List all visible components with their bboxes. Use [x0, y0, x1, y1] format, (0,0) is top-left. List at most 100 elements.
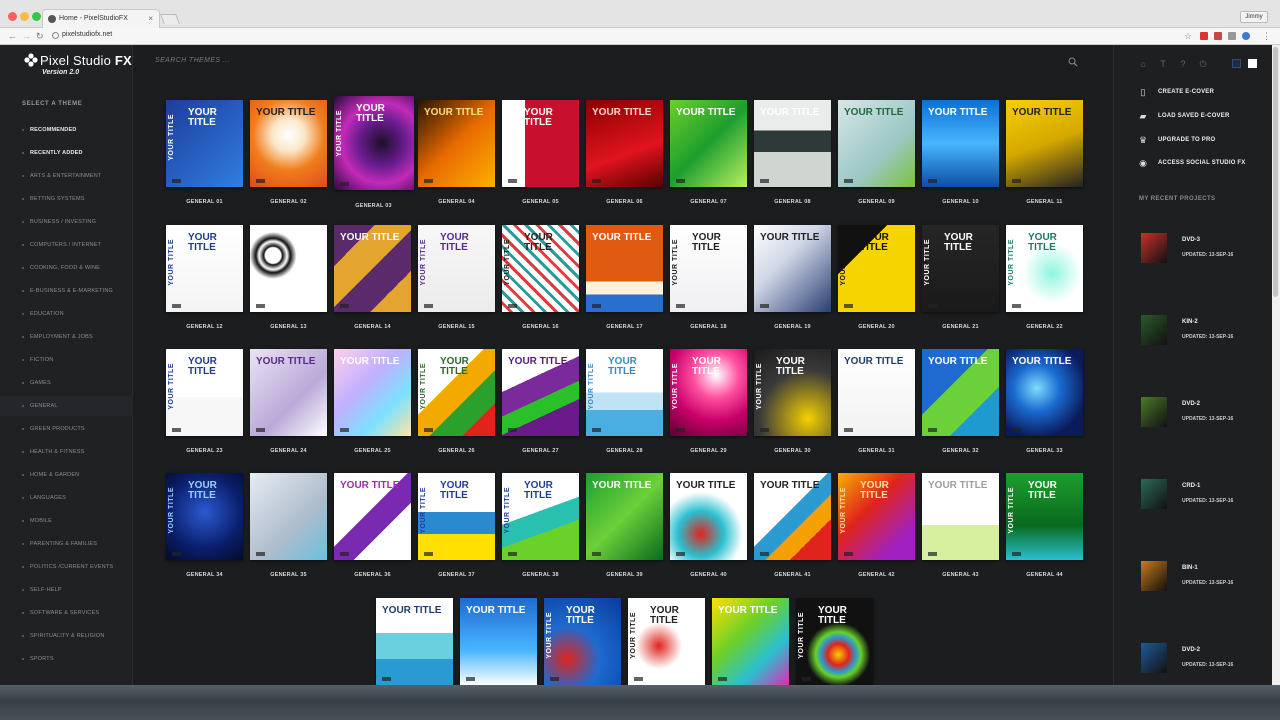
search-input[interactable]: SEARCH THEMES ...: [155, 57, 230, 64]
scrollbar-thumb[interactable]: [1273, 47, 1278, 297]
theme-cover[interactable]: YOUR TITLE YOUR TITLE: [628, 598, 705, 685]
theme-cover[interactable]: [250, 225, 327, 312]
upgrade-to-pro-button[interactable]: ♛ UPGRADE TO PRO: [1138, 135, 1268, 149]
create-ecover-button[interactable]: ▯ CREATE E-COVER: [1138, 87, 1268, 101]
theme-cover[interactable]: YOUR TITLE: [922, 473, 999, 560]
theme-cover[interactable]: YOUR TITLE YOUR TITLE: [922, 225, 999, 312]
access-social-studio-button[interactable]: ◉ ACCESS SOCIAL STUDIO FX: [1138, 158, 1268, 172]
category-item[interactable]: RECOMMENDED: [0, 120, 133, 140]
theme-label[interactable]: GENERAL 12: [166, 324, 243, 330]
theme-cover[interactable]: YOUR TITLE: [838, 100, 915, 187]
theme-label[interactable]: GENERAL 19: [754, 324, 831, 330]
theme-label[interactable]: GENERAL 09: [838, 199, 915, 205]
theme-cover[interactable]: YOUR TITLE YOUR TITLE: [544, 598, 621, 685]
power-icon[interactable]: ⏻: [1198, 59, 1208, 69]
theme-label[interactable]: GENERAL 41: [754, 572, 831, 578]
theme-label[interactable]: GENERAL 25: [334, 448, 411, 454]
theme-label[interactable]: GENERAL 16: [502, 324, 579, 330]
theme-label[interactable]: GENERAL 20: [838, 324, 915, 330]
theme-label[interactable]: GENERAL 07: [670, 199, 747, 205]
info-icon[interactable]: [52, 32, 59, 39]
theme-cover[interactable]: YOUR TITLE: [586, 473, 663, 560]
category-item[interactable]: POLITICS /CURRENT EVENTS: [0, 557, 133, 577]
search-icon[interactable]: [1068, 57, 1078, 67]
theme-label[interactable]: GENERAL 39: [586, 572, 663, 578]
category-item[interactable]: EDUCATION: [0, 304, 133, 324]
theme-cover[interactable]: YOUR TITLE: [922, 100, 999, 187]
theme-cover[interactable]: YOUR TITLE YOUR TITLE: [502, 100, 579, 187]
theme-cover[interactable]: YOUR TITLE: [670, 473, 747, 560]
theme-cover[interactable]: YOUR TITLE YOUR TITLE: [418, 225, 495, 312]
category-item[interactable]: BETTING SYSTEMS: [0, 189, 133, 209]
extension-icon[interactable]: [1200, 32, 1208, 40]
text-tool-icon[interactable]: T: [1158, 59, 1168, 69]
theme-label[interactable]: GENERAL 40: [670, 572, 747, 578]
theme-label[interactable]: GENERAL 04: [418, 199, 495, 205]
theme-label[interactable]: GENERAL 26: [418, 448, 495, 454]
theme-cover[interactable]: YOUR TITLE: [754, 225, 831, 312]
theme-cover[interactable]: YOUR TITLE YOUR TITLE: [166, 473, 243, 560]
light-theme-swatch[interactable]: [1248, 59, 1257, 68]
close-window-button[interactable]: [8, 12, 17, 21]
category-item[interactable]: SELF-HELP: [0, 580, 133, 600]
theme-label[interactable]: GENERAL 21: [922, 324, 999, 330]
theme-label[interactable]: GENERAL 17: [586, 324, 663, 330]
recent-project-item[interactable]: KIN-2 UPDATED: 13-SEP-16: [1138, 315, 1268, 355]
home-icon[interactable]: ⌂: [1138, 59, 1148, 69]
theme-label[interactable]: GENERAL 36: [334, 572, 411, 578]
theme-cover[interactable]: YOUR TITLE YOUR TITLE: [166, 349, 243, 436]
dark-theme-swatch[interactable]: [1232, 59, 1241, 68]
category-item[interactable]: MOBILE: [0, 511, 133, 531]
theme-cover[interactable]: YOUR TITLE: [334, 349, 411, 436]
theme-cover[interactable]: YOUR TITLE: [250, 100, 327, 187]
theme-cover[interactable]: YOUR TITLE YOUR TITLE: [838, 473, 915, 560]
theme-cover[interactable]: YOUR TITLE YOUR TITLE: [418, 349, 495, 436]
theme-label[interactable]: GENERAL 29: [670, 448, 747, 454]
theme-label[interactable]: GENERAL 02: [250, 199, 327, 205]
maximize-window-button[interactable]: [32, 12, 41, 21]
theme-cover[interactable]: YOUR TITLE YOUR TITLE: [334, 96, 414, 190]
theme-cover[interactable]: YOUR TITLE YOUR TITLE: [838, 225, 915, 312]
extension-icon[interactable]: [1214, 32, 1222, 40]
theme-cover[interactable]: YOUR TITLE: [838, 349, 915, 436]
theme-label[interactable]: GENERAL 34: [166, 572, 243, 578]
browser-tab[interactable]: Home - PixelStudioFX ×: [42, 9, 160, 28]
category-item[interactable]: SPIRITUALITY & RELIGION: [0, 626, 133, 646]
theme-cover[interactable]: YOUR TITLE: [1006, 100, 1083, 187]
url-field[interactable]: pixelstudiofx.net: [62, 31, 112, 38]
theme-label[interactable]: GENERAL 23: [166, 448, 243, 454]
theme-cover[interactable]: YOUR TITLE YOUR TITLE: [1006, 225, 1083, 312]
category-item[interactable]: FICTION: [0, 350, 133, 370]
theme-label[interactable]: GENERAL 08: [754, 199, 831, 205]
theme-label[interactable]: GENERAL 24: [250, 448, 327, 454]
theme-cover[interactable]: YOUR TITLE: [754, 100, 831, 187]
theme-label[interactable]: GENERAL 06: [586, 199, 663, 205]
category-item[interactable]: ARTS & ENTERTAINMENT: [0, 166, 133, 186]
theme-label[interactable]: GENERAL 05: [502, 199, 579, 205]
recent-project-item[interactable]: DVD-3 UPDATED: 13-SEP-16: [1138, 233, 1268, 273]
new-tab-button[interactable]: [160, 14, 180, 24]
theme-label[interactable]: GENERAL 30: [754, 448, 831, 454]
category-item[interactable]: GREEN PRODUCTS: [0, 419, 133, 439]
theme-label[interactable]: GENERAL 28: [586, 448, 663, 454]
theme-label[interactable]: GENERAL 33: [1006, 448, 1083, 454]
close-tab-icon[interactable]: ×: [148, 14, 153, 23]
recent-project-item[interactable]: CRD-1 UPDATED: 13-SEP-16: [1138, 479, 1268, 519]
theme-label[interactable]: GENERAL 01: [166, 199, 243, 205]
category-item[interactable]: RECENTLY ADDED: [0, 143, 133, 163]
category-item[interactable]: COOKING, FOOD & WINE: [0, 258, 133, 278]
logo[interactable]: Pixel Studio FX: [24, 53, 132, 68]
help-icon[interactable]: ?: [1178, 59, 1188, 69]
reload-icon[interactable]: ↻: [36, 31, 44, 42]
theme-cover[interactable]: YOUR TITLE: [460, 598, 537, 685]
theme-cover[interactable]: YOUR TITLE YOUR TITLE: [1006, 473, 1083, 560]
theme-cover[interactable]: YOUR TITLE: [586, 100, 663, 187]
theme-cover[interactable]: YOUR TITLE: [754, 473, 831, 560]
theme-cover[interactable]: YOUR TITLE: [1006, 349, 1083, 436]
theme-label[interactable]: GENERAL 42: [838, 572, 915, 578]
theme-label[interactable]: GENERAL 38: [502, 572, 579, 578]
theme-cover[interactable]: YOUR TITLE YOUR TITLE: [502, 473, 579, 560]
theme-label[interactable]: GENERAL 14: [334, 324, 411, 330]
minimize-window-button[interactable]: [20, 12, 29, 21]
menu-icon[interactable]: ⋮: [1262, 31, 1271, 42]
